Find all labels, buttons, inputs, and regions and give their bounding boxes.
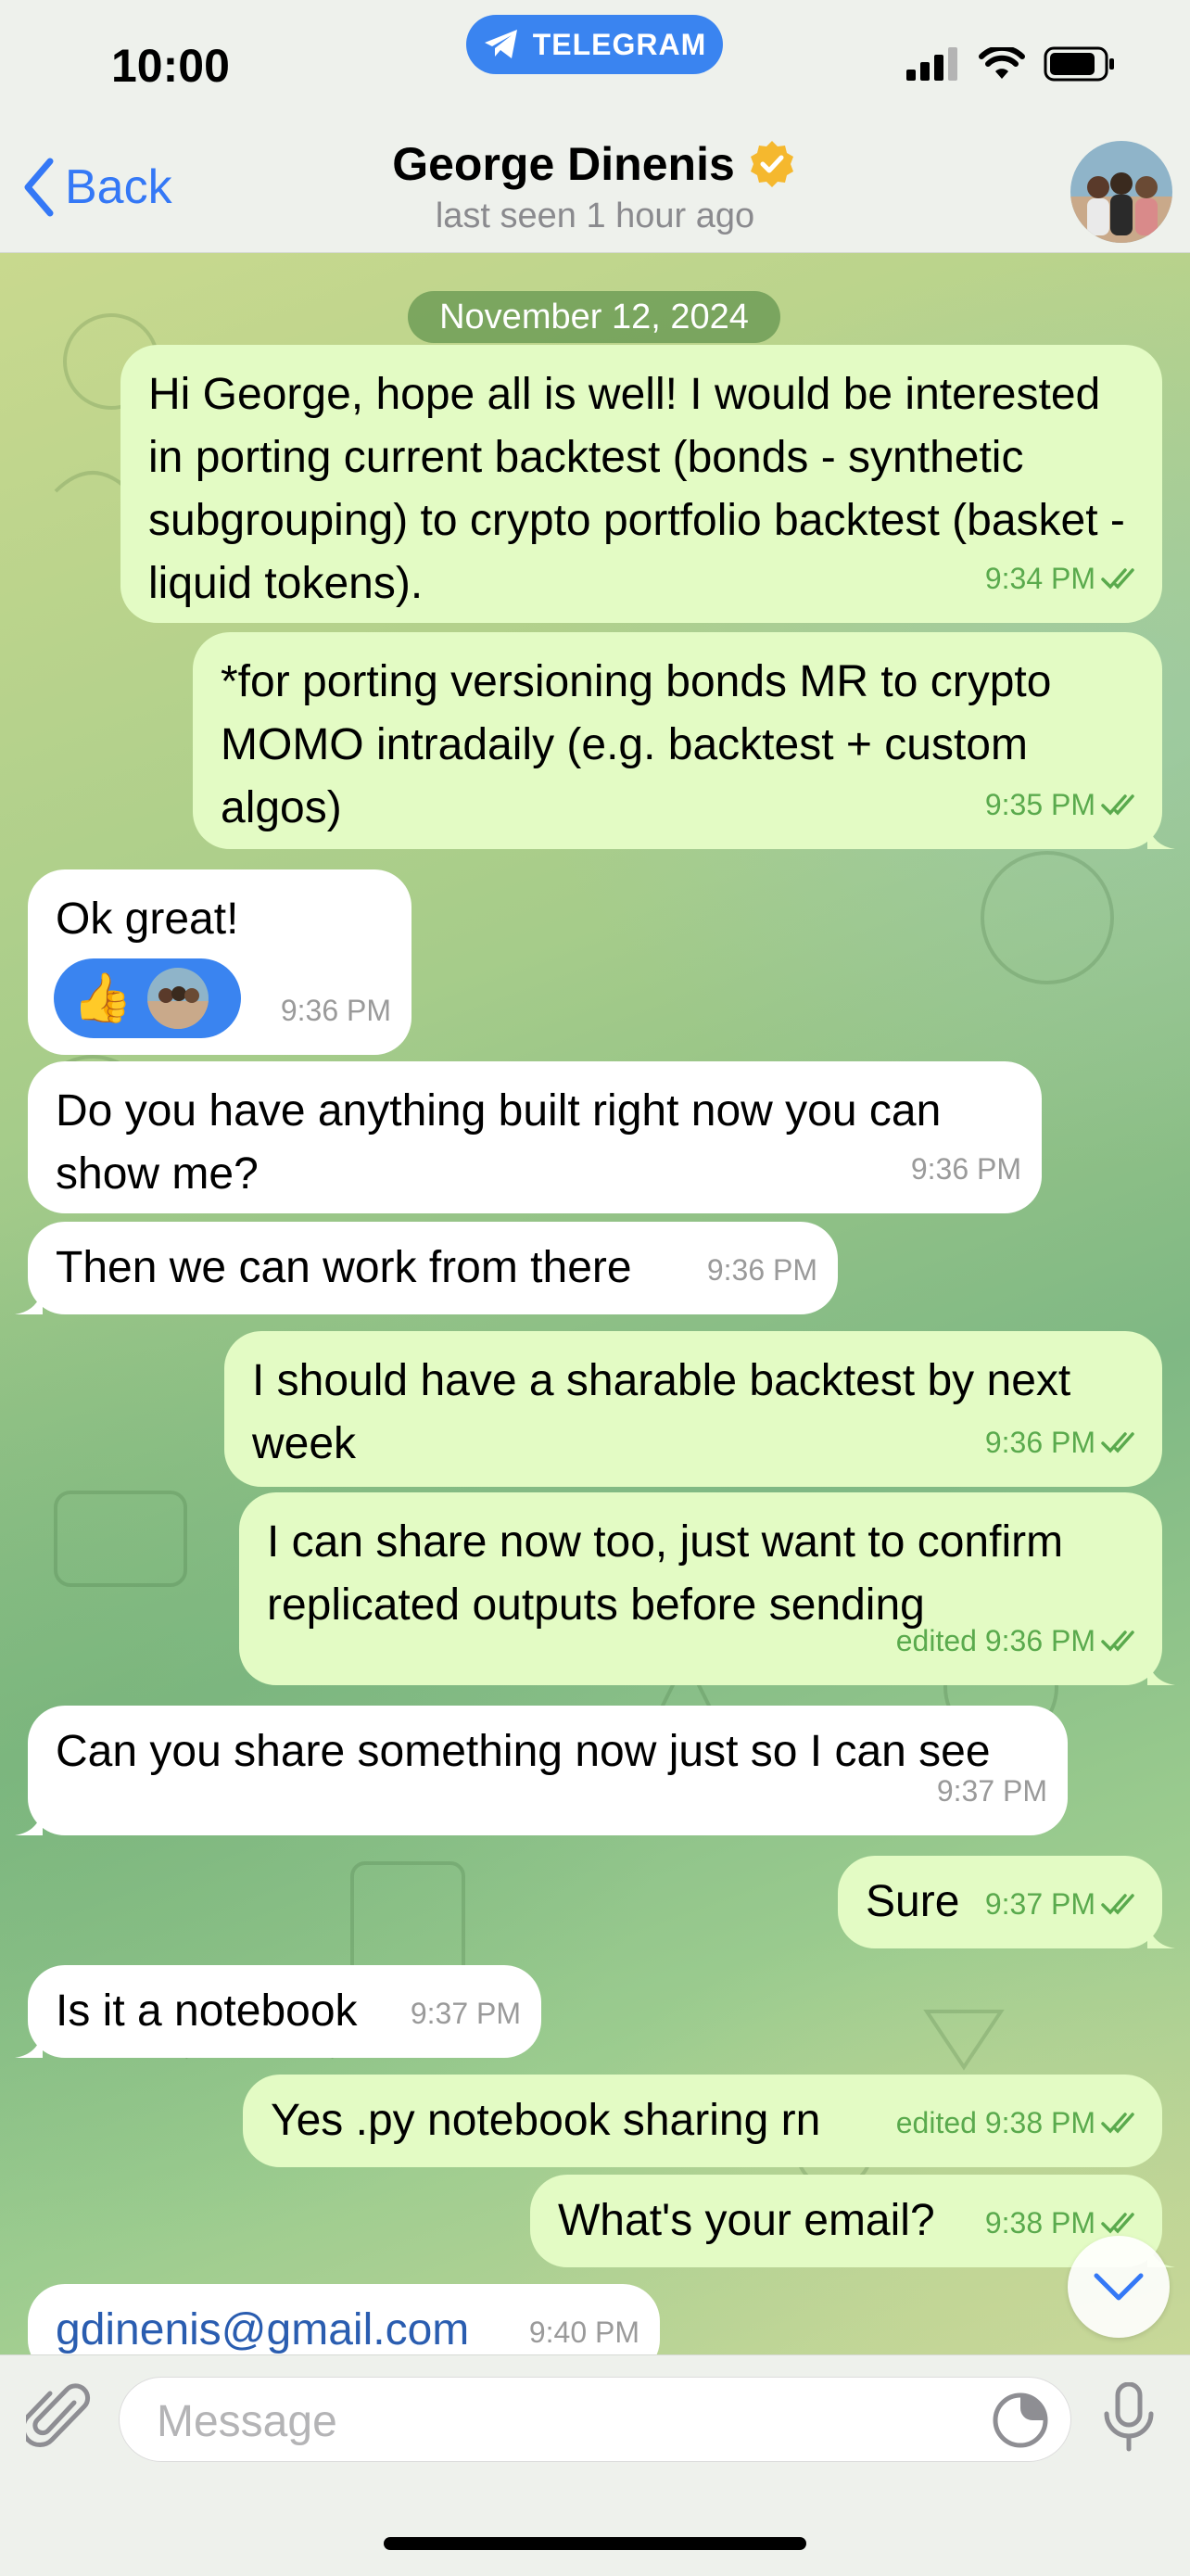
double-check-icon	[1101, 2113, 1134, 2134]
message-bubble-outgoing[interactable]: I should have a sharable backtest by nex…	[224, 1331, 1162, 1487]
message-meta: 9:34 PM	[985, 547, 1142, 610]
telegram-pill[interactable]: TELEGRAM	[466, 15, 723, 74]
message-input-container[interactable]	[119, 2377, 1071, 2462]
bubble-tail	[15, 2030, 43, 2058]
sticker-button[interactable]	[992, 2392, 1049, 2454]
message-bubble-outgoing[interactable]: What's your email? 9:38 PM	[530, 2175, 1175, 2267]
message-text: Do you have anything built right now you…	[56, 1086, 942, 1199]
message-bubble-incoming[interactable]: Then we can work from there 9:36 PM	[15, 1222, 838, 1314]
attach-button[interactable]	[20, 2382, 91, 2457]
telegram-icon	[484, 30, 517, 58]
date-separator: November 12, 2024	[408, 291, 780, 343]
message-time: edited 9:36 PM	[895, 1624, 1095, 1657]
bubble-tail	[1147, 1657, 1175, 1685]
double-check-icon	[1101, 2213, 1134, 2234]
message-text: Then we can work from there	[56, 1243, 632, 1292]
message-meta: 9:37 PM	[411, 1982, 521, 2045]
battery-icon	[1044, 46, 1114, 82]
message-meta: 9:36 PM	[911, 1137, 1021, 1200]
message-meta: edited 9:36 PM	[896, 1609, 1142, 1672]
contact-avatar[interactable]	[1070, 141, 1172, 243]
message-time: 9:35 PM	[984, 788, 1095, 821]
sticker-icon	[993, 2392, 1048, 2448]
message-time: 9:34 PM	[984, 562, 1095, 595]
message-time: edited 9:38 PM	[895, 2106, 1095, 2139]
message-bubble-incoming[interactable]: Do you have anything built right now you…	[28, 1061, 1042, 1213]
status-icons	[906, 46, 1116, 82]
signal-icon	[906, 47, 957, 81]
double-check-icon	[1101, 568, 1134, 590]
reactor-avatar	[146, 968, 209, 1029]
scroll-to-bottom-button[interactable]	[1068, 2236, 1170, 2338]
double-check-icon	[1101, 1631, 1134, 1652]
bubble-tail	[15, 1287, 43, 1314]
message-meta: 9:37 PM	[985, 1872, 1142, 1935]
message-meta: edited 9:38 PM	[896, 2091, 1142, 2154]
message-time: 9:37 PM	[410, 1997, 521, 2030]
message-bubble-incoming[interactable]: Is it a notebook 9:37 PM	[15, 1965, 541, 2058]
microphone-icon	[1104, 2381, 1154, 2452]
message-bubble-outgoing[interactable]: Sure 9:37 PM	[838, 1856, 1175, 1948]
bubble-tail	[1147, 821, 1175, 849]
message-meta: 9:36 PM	[707, 1238, 817, 1301]
chat-title[interactable]: George Dinenis last seen 1 hour ago	[0, 137, 1190, 236]
verified-badge-icon	[750, 141, 793, 187]
message-meta: 9:36 PM	[985, 1411, 1142, 1474]
message-text: Ok great!	[56, 895, 239, 944]
status-time: 10:00	[111, 40, 230, 92]
message-bubble-outgoing[interactable]: Hi George, hope all is well! I would be …	[120, 345, 1162, 623]
message-meta: 9:35 PM	[985, 773, 1142, 836]
bubble-tail	[1147, 1921, 1175, 1948]
wifi-icon	[979, 47, 1025, 79]
telegram-pill-label: TELEGRAM	[532, 27, 707, 61]
paperclip-icon	[20, 2383, 91, 2447]
message-time: 9:36 PM	[280, 994, 391, 1027]
bubble-tail	[15, 1808, 43, 1835]
voice-record-button[interactable]	[1103, 2381, 1155, 2457]
message-bubble-incoming[interactable]: Can you share something now just so I ca…	[15, 1706, 1068, 1835]
double-check-icon	[1101, 1432, 1134, 1453]
message-time: 9:36 PM	[910, 1152, 1021, 1186]
message-time: 9:36 PM	[706, 1253, 817, 1287]
message-meta: 9:36 PM	[281, 979, 391, 1042]
message-bubble-outgoing[interactable]: I can share now too, just want to confir…	[239, 1492, 1175, 1685]
home-indicator	[384, 2537, 806, 2550]
double-check-icon	[1101, 794, 1134, 816]
message-bubble-incoming[interactable]: Ok great! 👍 9:36 PM	[28, 869, 411, 1055]
message-text: Can you share something now just so I ca…	[56, 1727, 991, 1776]
double-check-icon	[1101, 1894, 1134, 1915]
reaction-chip[interactable]: 👍	[54, 958, 241, 1038]
message-input[interactable]	[155, 2394, 993, 2448]
message-time: 9:36 PM	[984, 1426, 1095, 1459]
contact-name: George Dinenis	[392, 138, 735, 190]
reaction-emoji: 👍	[72, 971, 133, 1025]
message-bubble-outgoing[interactable]: Yes .py notebook sharing rn edited 9:38 …	[243, 2075, 1162, 2167]
chevron-down-icon	[1094, 2273, 1144, 2301]
message-time: 9:38 PM	[984, 2206, 1095, 2240]
message-meta: 9:37 PM	[937, 1759, 1047, 1822]
message-time: 9:37 PM	[936, 1774, 1047, 1808]
message-bubble-outgoing[interactable]: *for porting versioning bonds MR to cryp…	[193, 632, 1175, 849]
message-time: 9:37 PM	[984, 1887, 1095, 1921]
last-seen-status: last seen 1 hour ago	[435, 197, 755, 235]
